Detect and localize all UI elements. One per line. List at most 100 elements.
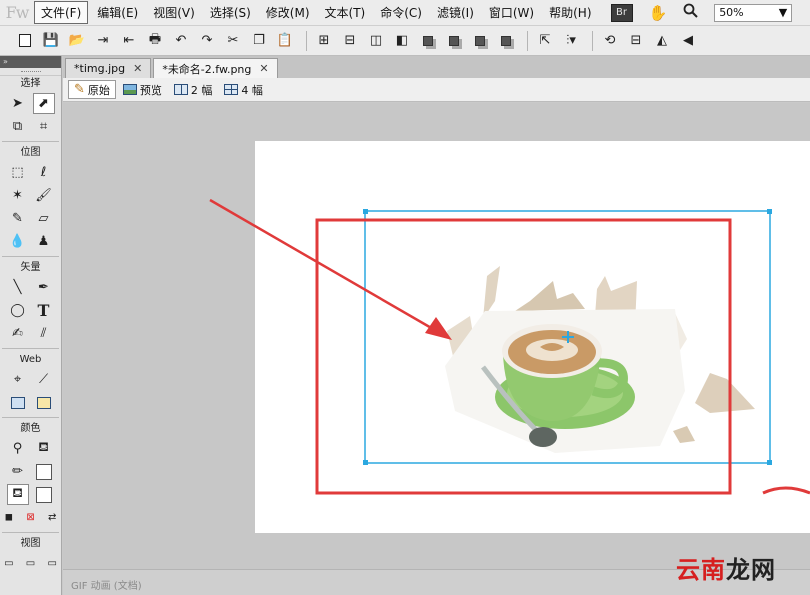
document-canvas[interactable] — [255, 141, 810, 533]
tools-section-bitmap: 位图 — [20, 147, 41, 158]
save-icon[interactable]: 💾 — [40, 30, 62, 52]
brush-tool-icon[interactable]: 🖌 — [33, 185, 55, 206]
resize-handle[interactable] — [767, 460, 772, 465]
zoom-value: 50% — [719, 6, 744, 19]
arrange-back-icon[interactable] — [495, 30, 517, 52]
panel-collapse-icon[interactable]: » — [0, 56, 61, 68]
view-original-button[interactable]: ✎ 原始 — [68, 80, 116, 99]
fill-color-swatch[interactable] — [33, 484, 55, 505]
pen-tool-icon[interactable]: ✒ — [33, 277, 55, 298]
resize-handle[interactable] — [767, 209, 772, 214]
ungroup-icon[interactable]: ⊟ — [339, 30, 361, 52]
tools-section-select: 选择 — [20, 78, 41, 89]
menu-view[interactable]: 视图(V) — [147, 2, 201, 23]
full-screen-menu-icon[interactable]: ▭ — [22, 553, 40, 574]
text-tool-icon[interactable]: T — [33, 300, 55, 321]
eraser-tool-icon[interactable]: ▱ — [33, 208, 55, 229]
rotate-icon[interactable]: ⟲ — [599, 30, 621, 52]
menu-filters[interactable]: 滤镜(I) — [431, 2, 480, 23]
slice-tool-icon[interactable]: ⟋ — [33, 369, 55, 390]
menu-commands[interactable]: 命令(C) — [374, 2, 428, 23]
stroke-color-swatch[interactable] — [33, 461, 55, 482]
zoom-select[interactable]: 50% ▼ — [714, 3, 793, 22]
bring-forward-icon[interactable] — [417, 30, 439, 52]
menu-window[interactable]: 窗口(W) — [483, 2, 540, 23]
print-icon[interactable]: 🖶 — [144, 30, 166, 52]
standard-screen-icon[interactable]: ▭ — [0, 553, 18, 574]
paint-bucket-tool-icon[interactable]: ⛾ — [33, 438, 55, 459]
menu-edit[interactable]: 编辑(E) — [91, 2, 144, 23]
swap-colors-icon[interactable]: ⇄ — [43, 507, 61, 528]
view-4up-button[interactable]: 4 幅 — [219, 80, 268, 99]
view-2up-button[interactable]: 2 幅 — [169, 80, 218, 99]
import-icon[interactable]: ⇥ — [92, 30, 114, 52]
pencil-tool-icon[interactable]: ✎ — [7, 208, 29, 229]
send-backward-icon[interactable] — [443, 30, 465, 52]
redo-icon[interactable]: ↷ — [196, 30, 218, 52]
flip-horizontal-icon[interactable]: ◭ — [651, 30, 673, 52]
copy-icon[interactable]: ❐ — [248, 30, 270, 52]
distribute-icon[interactable]: ⊟ — [625, 30, 647, 52]
flip-vertical-icon[interactable]: ◀ — [677, 30, 699, 52]
open-icon[interactable]: 📂 — [66, 30, 88, 52]
tab-label: *timg.jpg — [74, 62, 126, 75]
zoom-icon[interactable] — [683, 3, 698, 22]
tab-timg[interactable]: *timg.jpg ✕ — [65, 58, 152, 78]
new-document-icon[interactable] — [14, 30, 36, 52]
crop-tool-icon[interactable]: ⌗ — [33, 116, 55, 137]
hotspot-tool-icon[interactable]: ⌖ — [7, 369, 29, 390]
lasso-tool-icon[interactable]: ℓ — [33, 162, 55, 183]
line-tool-icon[interactable]: ╲ — [7, 277, 29, 298]
work-area[interactable] — [63, 103, 810, 569]
magic-wand-tool-icon[interactable]: ✶ — [7, 185, 29, 206]
bridge-button[interactable]: Br — [610, 3, 633, 22]
menu-help[interactable]: 帮助(H) — [543, 2, 597, 23]
cut-icon[interactable]: ✂ — [222, 30, 244, 52]
close-icon[interactable]: ✕ — [133, 62, 142, 75]
split-icon[interactable]: ◧ — [391, 30, 413, 52]
marquee-tool-icon[interactable]: ⬚ — [7, 162, 29, 183]
no-color-icon[interactable]: ⊠ — [22, 507, 40, 528]
knife-tool-icon[interactable]: ⫽ — [33, 323, 55, 344]
menu-file[interactable]: 文件(F) — [34, 1, 89, 24]
hide-slices-icon[interactable] — [7, 392, 29, 413]
menu-select[interactable]: 选择(S) — [204, 2, 257, 23]
pencil-icon: ✎ — [74, 82, 85, 97]
align-icon[interactable]: ⇱ — [534, 30, 556, 52]
fill-color-icon[interactable]: ⛾ — [6, 484, 29, 505]
pointer-tool-icon[interactable]: ➤ — [7, 93, 29, 114]
blur-tool-icon[interactable]: 💧 — [7, 231, 29, 252]
full-screen-icon[interactable]: ▭ — [43, 553, 61, 574]
arrange-front-icon[interactable] — [469, 30, 491, 52]
subselect-tool-icon[interactable]: ⬈ — [32, 93, 55, 114]
tab-label: *未命名-2.fw.png — [162, 62, 252, 76]
freeform-tool-icon[interactable]: ✍ — [7, 323, 29, 344]
join-icon[interactable]: ◫ — [365, 30, 387, 52]
eyedropper-tool-icon[interactable]: ⚲ — [7, 438, 29, 459]
group-icon[interactable]: ⊞ — [313, 30, 335, 52]
tab-untitled-2[interactable]: *未命名-2.fw.png ✕ — [153, 58, 278, 78]
panel-grip[interactable] — [0, 68, 61, 76]
view-original-label: 原始 — [87, 83, 110, 97]
ellipse-tool-icon[interactable]: ◯ — [7, 300, 29, 321]
align-menu-icon[interactable]: ⫶▾ — [560, 30, 582, 52]
default-colors-icon[interactable]: ◼ — [0, 507, 18, 528]
tools-section-colors: 颜色 — [20, 423, 41, 434]
menu-modify[interactable]: 修改(M) — [260, 2, 316, 23]
stroke-color-icon[interactable]: ✏ — [7, 461, 29, 482]
app-logo: Fw — [5, 3, 30, 22]
resize-handle[interactable] — [363, 460, 368, 465]
preview-icon — [122, 84, 137, 95]
split2-icon — [173, 84, 188, 95]
hand-icon[interactable]: ✋ — [649, 4, 668, 22]
undo-icon[interactable]: ↶ — [170, 30, 192, 52]
view-preview-button[interactable]: 预览 — [118, 80, 167, 99]
stamp-tool-icon[interactable]: ♟ — [33, 231, 55, 252]
resize-handle[interactable] — [363, 209, 368, 214]
show-slices-icon[interactable] — [33, 392, 55, 413]
export-icon[interactable]: ⇤ — [118, 30, 140, 52]
close-icon[interactable]: ✕ — [259, 62, 268, 75]
menu-text[interactable]: 文本(T) — [319, 2, 372, 23]
paste-icon[interactable]: 📋 — [274, 30, 296, 52]
scale-tool-icon[interactable]: ⧉ — [7, 116, 29, 137]
